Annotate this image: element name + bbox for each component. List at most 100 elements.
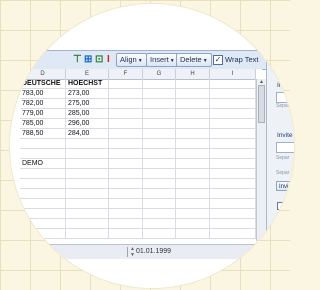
cell-e-1[interactable]: 273,00 — [66, 89, 109, 99]
side-checkbox[interactable] — [277, 202, 285, 210]
cell-h-15[interactable] — [176, 229, 210, 239]
cell-h-8[interactable] — [176, 159, 210, 169]
cell-i-6[interactable] — [210, 139, 256, 149]
cell-d-6[interactable] — [20, 139, 66, 149]
cell-f-1[interactable] — [109, 89, 143, 99]
merge-cells-icon[interactable]: ⊡ — [95, 54, 105, 65]
cell-h-6[interactable] — [176, 139, 210, 149]
cell-f-3[interactable] — [109, 109, 143, 119]
cell-f-2[interactable] — [109, 99, 143, 109]
cell-h-14[interactable] — [176, 219, 210, 229]
cell-g-4[interactable] — [143, 119, 176, 129]
cell-f-13[interactable] — [109, 209, 143, 219]
cell-h-12[interactable] — [176, 199, 210, 209]
cell-g-10[interactable] — [143, 179, 176, 189]
cell-i-14[interactable] — [210, 219, 256, 229]
cell-f-6[interactable] — [109, 139, 143, 149]
cell-d-15[interactable] — [20, 229, 66, 239]
cell-f-12[interactable] — [109, 199, 143, 209]
cell-f-0[interactable] — [109, 79, 143, 89]
cell-d-0[interactable]: DEUTSCHE — [20, 79, 66, 89]
cell-f-9[interactable] — [109, 169, 143, 179]
cell-h-1[interactable] — [176, 89, 210, 99]
cell-i-13[interactable] — [210, 209, 256, 219]
cell-e-6[interactable] — [66, 139, 109, 149]
cell-f-10[interactable] — [109, 179, 143, 189]
cell-d-12[interactable] — [20, 199, 66, 209]
cell-e-7[interactable] — [66, 149, 109, 159]
side-input-2[interactable] — [276, 142, 294, 153]
cell-d-10[interactable] — [20, 179, 66, 189]
cell-e-11[interactable] — [66, 189, 109, 199]
cell-g-1[interactable] — [143, 89, 176, 99]
cell-d-2[interactable]: 782,00 — [20, 99, 66, 109]
delete-button[interactable]: Delete▼ — [176, 53, 212, 67]
cell-d-1[interactable]: 783,00 — [20, 89, 66, 99]
cell-h-10[interactable] — [176, 179, 210, 189]
cell-i-5[interactable] — [210, 129, 256, 139]
cell-e-15[interactable] — [66, 229, 109, 239]
cell-h-11[interactable] — [176, 189, 210, 199]
insert-row-icon[interactable]: ⊤ — [73, 54, 83, 65]
cell-d-5[interactable]: 788,50 — [20, 129, 66, 139]
cell-g-11[interactable] — [143, 189, 176, 199]
cell-d-4[interactable]: 785,00 — [20, 119, 66, 129]
cell-e-4[interactable]: 296,00 — [66, 119, 109, 129]
cell-g-7[interactable] — [143, 149, 176, 159]
cell-e-8[interactable] — [66, 159, 109, 169]
cell-g-13[interactable] — [143, 209, 176, 219]
align-button[interactable]: Align▼ — [116, 53, 147, 67]
cell-g-5[interactable] — [143, 129, 176, 139]
cell-h-13[interactable] — [176, 209, 210, 219]
cell-g-14[interactable] — [143, 219, 176, 229]
cell-g-3[interactable] — [143, 109, 176, 119]
cell-d-14[interactable] — [20, 219, 66, 229]
cell-i-11[interactable] — [210, 189, 256, 199]
cell-h-9[interactable] — [176, 169, 210, 179]
cell-f-4[interactable] — [109, 119, 143, 129]
cell-i-12[interactable] — [210, 199, 256, 209]
cell-e-10[interactable] — [66, 179, 109, 189]
insert-button[interactable]: Insert▼ — [146, 53, 179, 67]
cell-i-2[interactable] — [210, 99, 256, 109]
cell-h-0[interactable] — [176, 79, 210, 89]
cell-d-11[interactable] — [20, 189, 66, 199]
scrollbar-thumb[interactable] — [258, 85, 265, 123]
cell-f-14[interactable] — [109, 219, 143, 229]
cell-h-7[interactable] — [176, 149, 210, 159]
cell-h-2[interactable] — [176, 99, 210, 109]
cell-g-0[interactable] — [143, 79, 176, 89]
cell-d-13[interactable] — [20, 209, 66, 219]
cell-i-1[interactable] — [210, 89, 256, 99]
cell-e-14[interactable] — [66, 219, 109, 229]
cell-g-6[interactable] — [143, 139, 176, 149]
cell-g-15[interactable] — [143, 229, 176, 239]
cell-e-3[interactable]: 285,00 — [66, 109, 109, 119]
cell-e-9[interactable] — [66, 169, 109, 179]
cell-h-4[interactable] — [176, 119, 210, 129]
cell-f-8[interactable] — [109, 159, 143, 169]
cell-d-3[interactable]: 779,00 — [20, 109, 66, 119]
cell-d-8[interactable]: DEMO — [20, 159, 66, 169]
cell-e-5[interactable]: 284,00 — [66, 129, 109, 139]
cell-h-5[interactable] — [176, 129, 210, 139]
cell-d-9[interactable] — [20, 169, 66, 179]
cell-f-11[interactable] — [109, 189, 143, 199]
cell-f-15[interactable] — [109, 229, 143, 239]
wrap-text-checkbox[interactable]: ✓ — [213, 55, 223, 65]
cell-e-0[interactable]: HOECHST — [66, 79, 109, 89]
cell-e-13[interactable] — [66, 209, 109, 219]
cell-i-15[interactable] — [210, 229, 256, 239]
cell-g-2[interactable] — [143, 99, 176, 109]
cell-g-12[interactable] — [143, 199, 176, 209]
cell-i-9[interactable] — [210, 169, 256, 179]
cell-i-4[interactable] — [210, 119, 256, 129]
cell-g-9[interactable] — [143, 169, 176, 179]
cell-i-3[interactable] — [210, 109, 256, 119]
cell-e-12[interactable] — [66, 199, 109, 209]
cell-d-7[interactable] — [20, 149, 66, 159]
cell-i-0[interactable] — [210, 79, 256, 89]
cell-f-7[interactable] — [109, 149, 143, 159]
cell-i-7[interactable] — [210, 149, 256, 159]
cell-i-10[interactable] — [210, 179, 256, 189]
